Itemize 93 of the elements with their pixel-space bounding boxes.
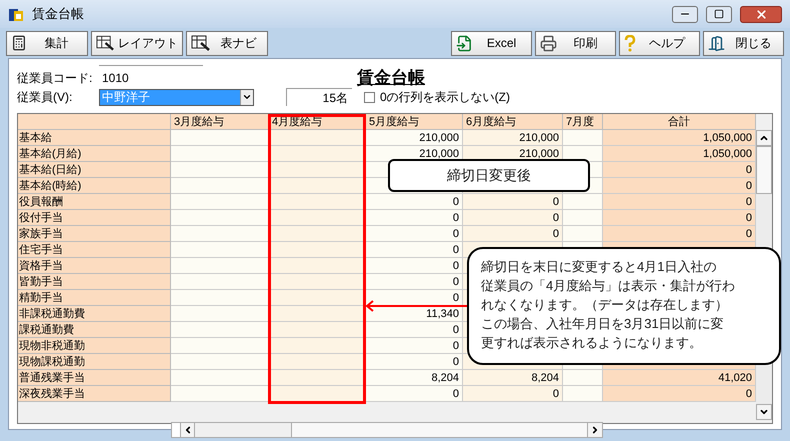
scroll-up-icon (759, 133, 769, 143)
callout-tooltip: 締切日を末日に変更すると4月1日入社の 従業員の「4月度給与」は表示・集計が行わ れなくなります。（データは存在します） この場合、入社年月日を3月31日以前に変 更すれば表示されるようになります。 (467, 247, 781, 365)
column-header: 5月度給与 (366, 114, 463, 130)
row-label: 役付手当 (18, 210, 171, 226)
field-label: 従業員コード: (17, 70, 94, 87)
table-cell: 8,204 (463, 370, 563, 386)
row-label: 課税通勤費 (18, 322, 171, 338)
scroll-down-icon (759, 407, 769, 417)
table-cell: 210,000 (463, 130, 563, 146)
table-cell: 0 (603, 178, 756, 194)
row-label: 現物非税通勤 (18, 338, 171, 354)
close-icon (754, 8, 768, 20)
dropdown-icon (242, 92, 252, 102)
scrollbar-thumb[interactable] (756, 146, 772, 194)
row-label: 普通残業手当 (18, 370, 171, 386)
toolbar-button[interactable]: 表ナビ (186, 30, 268, 56)
table-cell: 0 (366, 354, 463, 370)
table-cell: 0 (463, 386, 563, 402)
toolbar-button[interactable]: 集計 (6, 30, 88, 56)
column-header: 6月度給与 (463, 114, 563, 130)
table-edit-icon (96, 35, 115, 51)
maximize-icon (714, 9, 724, 19)
row-label: 資格手当 (18, 258, 171, 274)
table-cell: 0 (463, 210, 563, 226)
row-label: 基本給 (18, 130, 171, 146)
ledger-heading: 賃金台帳 (357, 67, 425, 89)
table-cell: 0 (366, 386, 463, 402)
close-button[interactable] (740, 6, 782, 22)
maximize-button[interactable] (706, 6, 732, 22)
table-cell: 11,340 (366, 306, 463, 322)
table-cell (563, 386, 603, 402)
row-label: 基本給(時給) (18, 178, 171, 194)
table-cell: 0 (603, 210, 756, 226)
table-cell: 210,000 (366, 130, 463, 146)
table-cell: 0 (463, 226, 563, 242)
table-cell: 8,204 (366, 370, 463, 386)
column-header: 3月度給与 (171, 114, 269, 130)
row-label: 現物課税通勤 (18, 354, 171, 370)
field-label: 従業員(V): (17, 89, 74, 106)
table-cell: 0 (366, 194, 463, 210)
table-cell: 0 (366, 338, 463, 354)
toolbar-button[interactable]: 閉じる (703, 30, 784, 56)
table-cell: 1,050,000 (603, 130, 756, 146)
table-cell (563, 210, 603, 226)
table-cell (563, 226, 603, 242)
toolbar-button[interactable]: 印刷 (535, 30, 616, 56)
row-label: 住宅手当 (18, 242, 171, 258)
horizontal-scrollbar[interactable] (171, 422, 603, 438)
checkbox[interactable] (364, 92, 375, 102)
callout: 締切日変更後 (388, 159, 590, 192)
checkbox-label: 0の行列を表示しない(Z) (380, 89, 510, 106)
row-label: 皆勤手当 (18, 274, 171, 290)
table-cell: 1,050,000 (603, 146, 756, 162)
row-label: 役員報酬 (18, 194, 171, 210)
minimize-button[interactable] (672, 6, 698, 22)
column-header: 合計 (603, 114, 756, 130)
table-cell (563, 194, 603, 210)
code-field: 1010 (99, 65, 203, 85)
file-arrow-icon (456, 34, 473, 52)
table-cell: 0 (366, 290, 463, 306)
table-cell: 0 (366, 226, 463, 242)
printer-icon (540, 34, 557, 52)
door-icon (708, 34, 725, 52)
row-label: 家族手当 (18, 226, 171, 242)
calculator-icon (11, 35, 27, 51)
table-cell: 0 (463, 194, 563, 210)
toolbar-button[interactable]: ヘルプ (619, 30, 700, 56)
table-edit-icon (191, 35, 211, 51)
table-cell: 0 (603, 194, 756, 210)
row-label: 精勤手当 (18, 290, 171, 306)
table-cell: 0 (603, 386, 756, 402)
table-cell: 0 (366, 210, 463, 226)
table-cell: 0 (366, 242, 463, 258)
row-label: 基本給(日給) (18, 162, 171, 178)
app-icon (8, 6, 24, 22)
row-label: 深夜残業手当 (18, 386, 171, 402)
table-cell: 41,020 (603, 370, 756, 386)
table-cell: 0 (366, 322, 463, 338)
table-cell (563, 370, 603, 386)
table-cell: 0 (366, 274, 463, 290)
scroll-right-icon (590, 425, 600, 435)
toolbar-button[interactable]: レイアウト (91, 30, 183, 56)
window-title: 賃金台帳 (32, 5, 85, 24)
row-label: 非課税通勤費 (18, 306, 171, 322)
row-label: 基本給(月給) (18, 146, 171, 162)
employee-count: 15名 (286, 88, 352, 106)
table-cell: 0 (366, 258, 463, 274)
question-icon (624, 34, 636, 52)
toolbar-button[interactable]: Excel (451, 30, 532, 56)
column-header: 7月度 (563, 114, 603, 130)
table-cell: 0 (603, 226, 756, 242)
table-cell (563, 130, 603, 146)
table-cell: 0 (603, 162, 756, 178)
